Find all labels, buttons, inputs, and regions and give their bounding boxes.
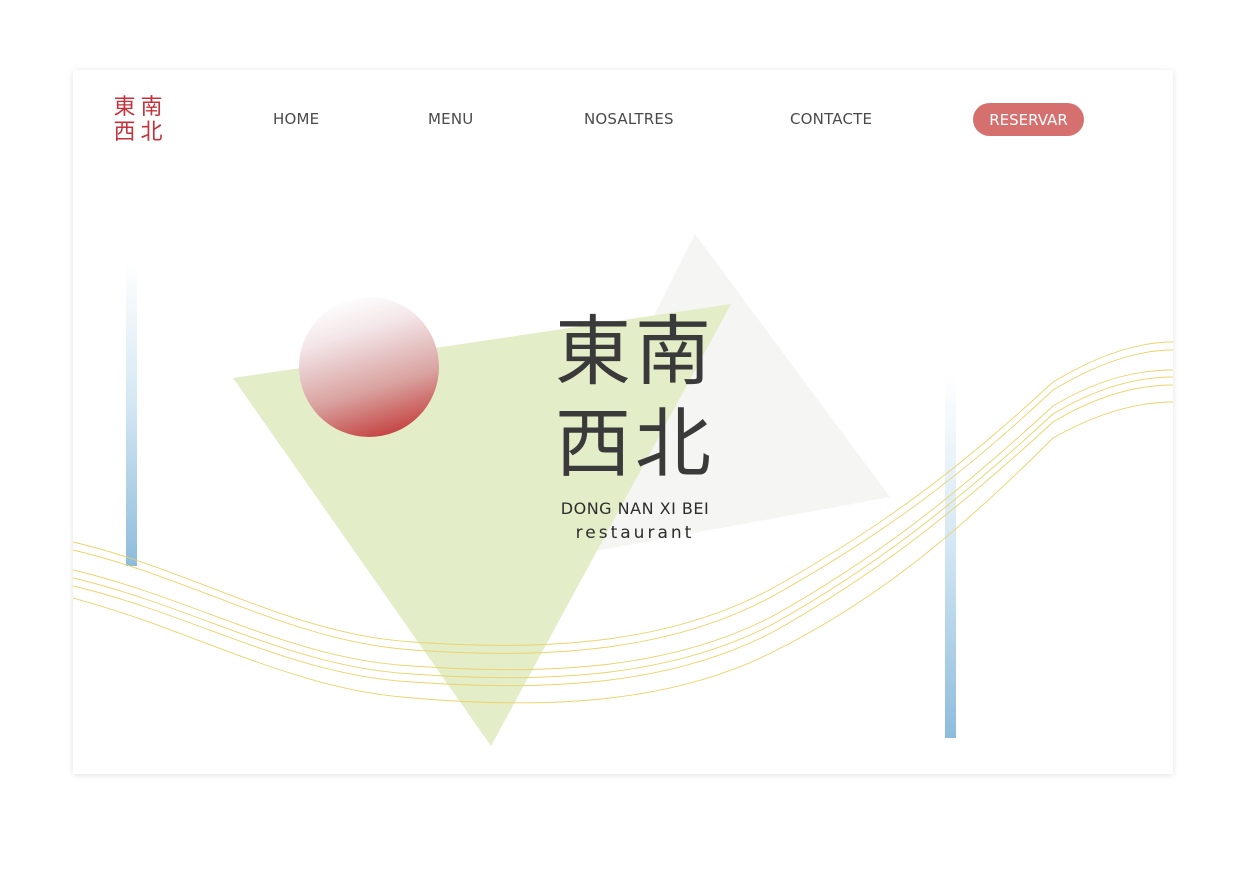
hero-title-char: 西 (555, 399, 631, 488)
hero-title-char: 南 (635, 307, 711, 396)
logo-char: 南 (140, 95, 163, 120)
left-blue-bar (126, 262, 137, 566)
logo-char: 西 (113, 120, 136, 145)
nav-nosaltres[interactable]: NOSALTRES (584, 110, 674, 128)
right-blue-bar (945, 375, 956, 738)
hero-tagline: restaurant (575, 523, 695, 543)
logo-char: 北 (140, 120, 163, 145)
nav-home[interactable]: HOME (273, 110, 319, 128)
sun-circle (299, 297, 439, 437)
hero-subtitle: DONG NAN XI BEI (560, 499, 710, 518)
reserve-button[interactable]: RESERVAR (973, 103, 1084, 136)
hero-title-char: 北 (635, 399, 711, 488)
nav-menu[interactable]: MENU (428, 110, 473, 128)
nav-contacte[interactable]: CONTACTE (790, 110, 872, 128)
brand-logo[interactable]: 東 南 西 北 (111, 96, 165, 146)
hero-title: 東 南 西 北 (553, 306, 713, 490)
hero-title-char: 東 (555, 307, 631, 396)
logo-char: 東 (113, 95, 136, 120)
page-card: 東 南 西 北 HOME MENU NOSALTRES CONTACTE RES… (73, 70, 1173, 774)
